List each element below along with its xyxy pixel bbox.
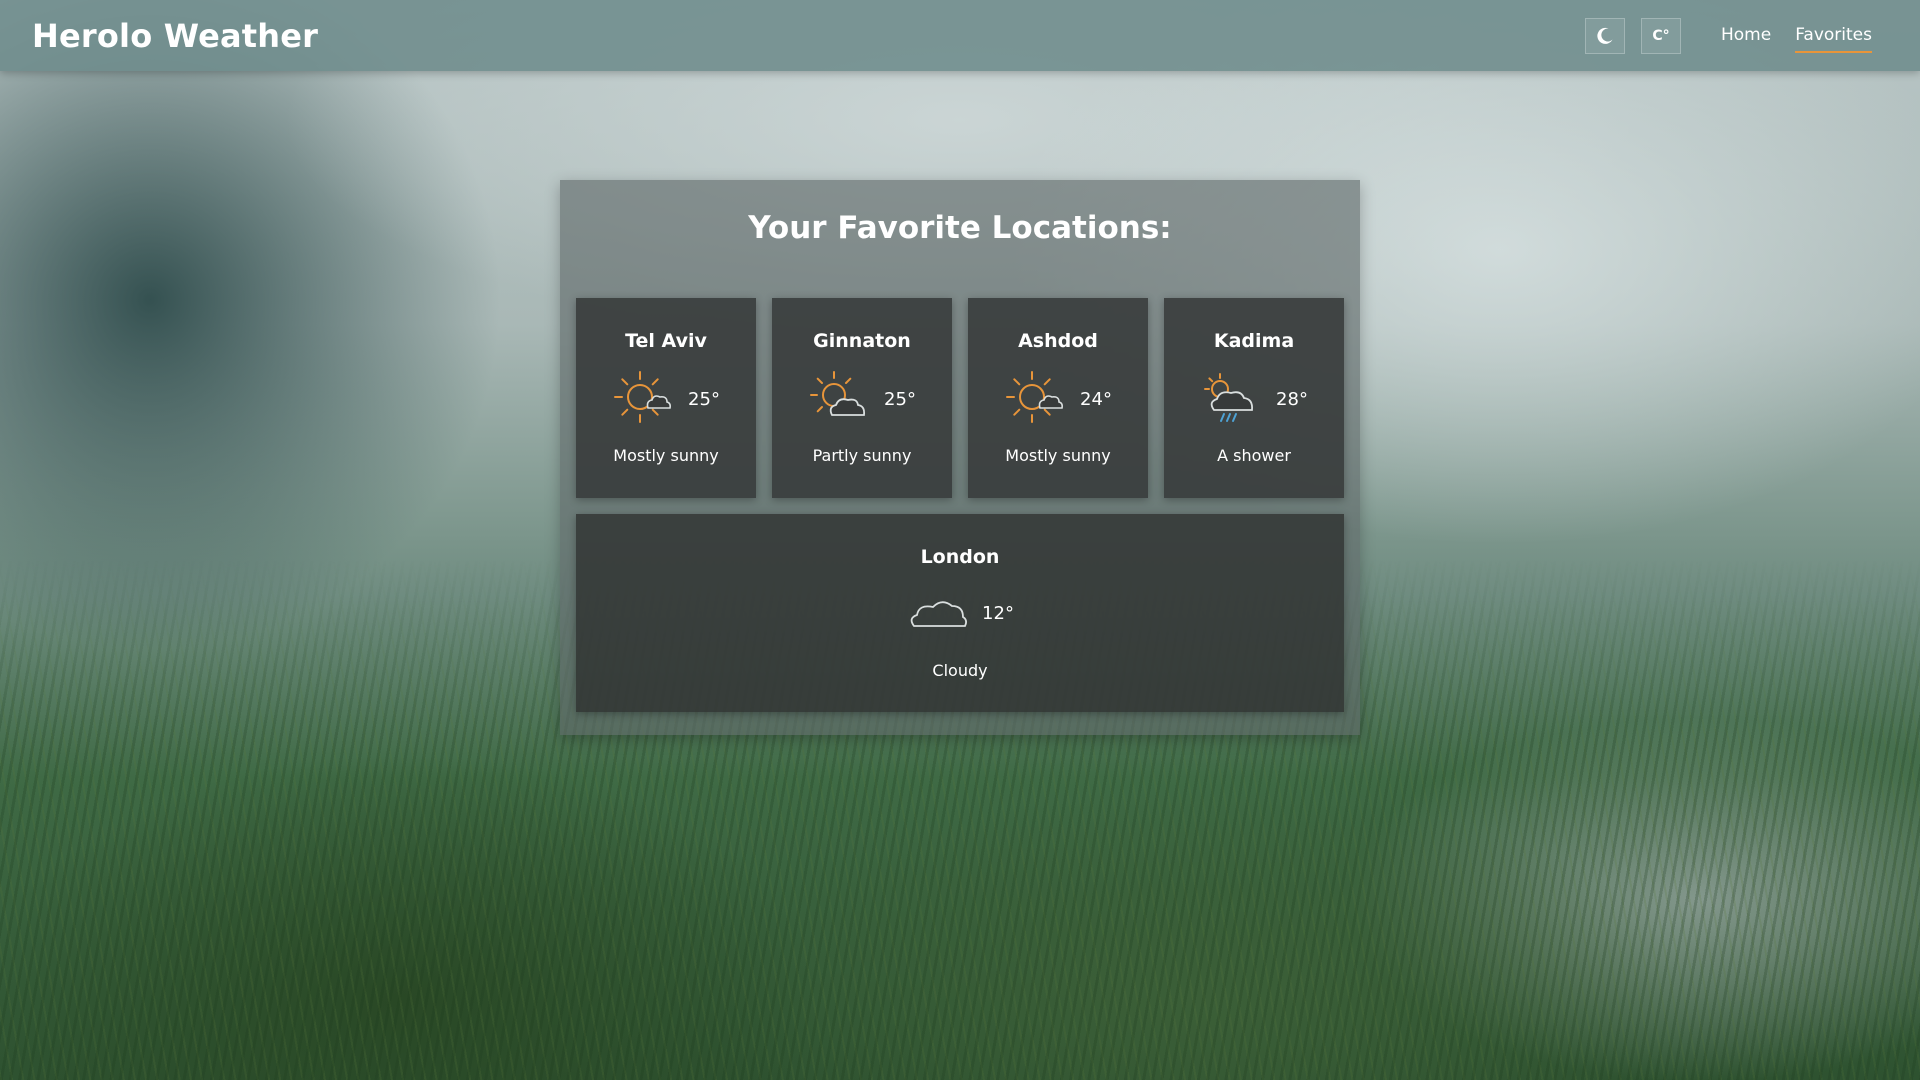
favorite-card-kadima[interactable]: Kadima 28° A shower: [1164, 298, 1344, 498]
cloudy-icon: [910, 601, 968, 627]
temperature: 24°: [1080, 388, 1112, 410]
weather-condition: Cloudy: [932, 661, 988, 680]
city-name: Ginnaton: [813, 330, 911, 352]
weather-row: 28°: [1164, 368, 1344, 430]
nav-favorites-link[interactable]: Favorites: [1795, 19, 1872, 53]
moon-icon: [1597, 27, 1613, 44]
weather-condition: Mostly sunny: [613, 446, 719, 465]
unit-toggle-button[interactable]: C°: [1641, 17, 1681, 54]
weather-row: 12°: [576, 582, 1344, 644]
favorites-panel: Your Favorite Locations: Tel Aviv 25° Mo: [560, 180, 1360, 735]
top-navbar: Herolo Weather C° Home Favorites: [0, 0, 1920, 71]
temperature: 25°: [688, 388, 720, 410]
partly-sunny-icon: [810, 371, 866, 416]
weather-condition: A shower: [1217, 446, 1291, 465]
favorite-card-ginnaton[interactable]: Ginnaton 25° Partly sunny: [772, 298, 952, 498]
app-title[interactable]: Herolo Weather: [32, 17, 318, 55]
favorite-card-london[interactable]: London 12° Cloudy: [576, 514, 1344, 712]
city-name: Kadima: [1213, 330, 1295, 352]
weather-condition: Mostly sunny: [1005, 446, 1111, 465]
city-name: London: [920, 546, 1000, 568]
mostly-sunny-icon: [1006, 371, 1064, 423]
city-name: Tel Aviv: [625, 330, 707, 352]
temperature: 12°: [982, 602, 1014, 624]
shower-icon: [1204, 373, 1254, 422]
unit-toggle-label: C°: [1652, 27, 1670, 44]
page-title: Your Favorite Locations:: [748, 210, 1172, 246]
weather-row: 25°: [576, 368, 756, 430]
favorite-card-ashdod[interactable]: Ashdod 24° Mostly sunny: [968, 298, 1148, 498]
navbar-controls: C° Home Favorites: [1585, 17, 1888, 54]
nav-home-link[interactable]: Home: [1721, 19, 1771, 53]
temperature: 25°: [884, 388, 916, 410]
temperature: 28°: [1276, 388, 1308, 410]
weather-row: 24°: [968, 368, 1148, 430]
weather-condition: Partly sunny: [812, 446, 912, 465]
weather-row: 25°: [772, 368, 952, 430]
city-name: Ashdod: [1018, 330, 1098, 352]
mostly-sunny-icon: [614, 371, 672, 423]
theme-toggle-button[interactable]: [1585, 17, 1625, 54]
favorite-card-tel-aviv[interactable]: Tel Aviv 25° Mostly sunny: [576, 298, 756, 498]
